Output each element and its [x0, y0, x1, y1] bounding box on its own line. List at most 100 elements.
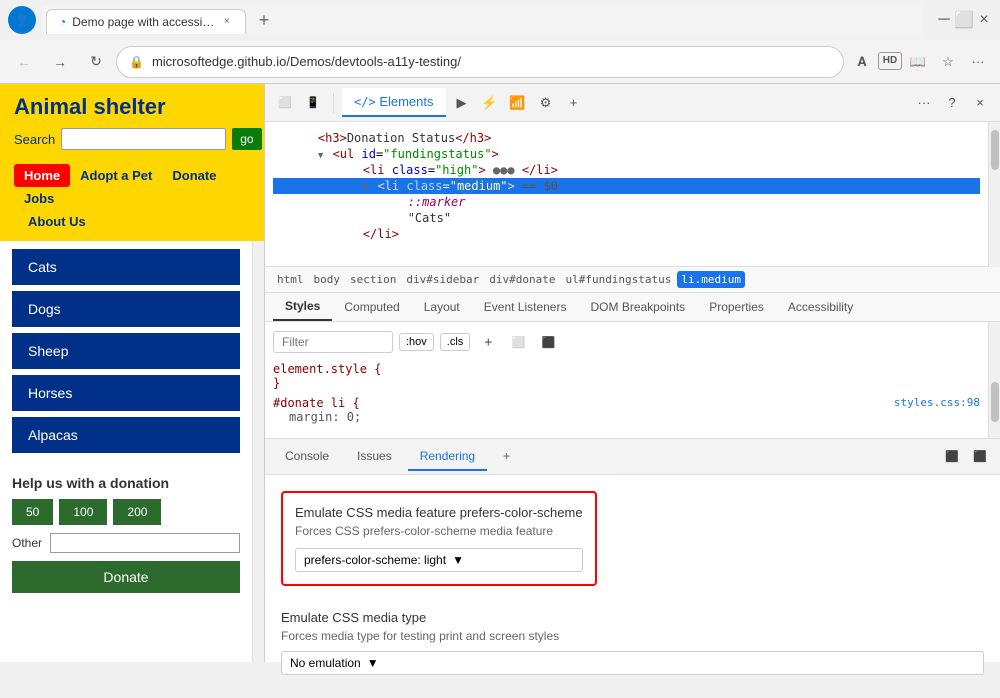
search-input[interactable]: [61, 128, 226, 150]
tab-dom-breakpoints[interactable]: DOM Breakpoints: [578, 294, 697, 320]
animal-alpacas[interactable]: Alpacas: [12, 417, 240, 453]
main-area: Animal shelter Search go Home Adopt a Pe…: [0, 84, 1000, 662]
network-icon[interactable]: 📶: [506, 91, 530, 115]
style-icon2[interactable]: ⬜: [506, 330, 530, 354]
site-scrollbar[interactable]: [252, 241, 264, 662]
tab-console[interactable]: Console: [273, 443, 341, 471]
bc-html[interactable]: html: [273, 271, 308, 288]
animal-dogs[interactable]: Dogs: [12, 291, 240, 327]
forward-btn[interactable]: →: [44, 46, 76, 78]
help-icon[interactable]: ?: [940, 91, 964, 115]
inspect-icon[interactable]: ⬜: [273, 91, 297, 115]
styles-css-link[interactable]: styles.css:98: [894, 396, 980, 409]
dom-line-cats-text: "Cats": [273, 210, 980, 226]
restore-btn[interactable]: ⬜: [956, 12, 972, 28]
tab-issues[interactable]: Issues: [345, 443, 404, 471]
tab-styles[interactable]: Styles: [273, 293, 332, 321]
devtools-close-btn[interactable]: ×: [968, 91, 992, 115]
dom-scrollbar-thumb[interactable]: [991, 130, 999, 170]
nav-about[interactable]: About Us: [14, 210, 250, 233]
more-options-icon[interactable]: ···: [912, 91, 936, 115]
styles-scrollbar-thumb[interactable]: [991, 382, 999, 422]
other-label: Other: [12, 536, 42, 550]
tab-layout[interactable]: Layout: [412, 294, 472, 320]
tab-bar: ◔ Demo page with accessibility iss… × +: [42, 6, 922, 34]
close-btn[interactable]: ×: [976, 12, 992, 28]
bc-body[interactable]: body: [310, 271, 345, 288]
animal-horses[interactable]: Horses: [12, 375, 240, 411]
tab-rendering[interactable]: Rendering: [408, 443, 487, 471]
devtools-right-icons: ··· ? ×: [912, 91, 992, 115]
dock-icon[interactable]: ⬛: [968, 445, 992, 469]
donate-btn[interactable]: Donate: [12, 561, 240, 593]
add-style-icon[interactable]: +: [476, 330, 500, 354]
back-btn[interactable]: ←: [8, 46, 40, 78]
bc-div-donate[interactable]: div#donate: [485, 271, 559, 288]
animal-cats[interactable]: Cats: [12, 249, 240, 285]
tab-close-btn[interactable]: ×: [221, 14, 233, 30]
tab-accessibility[interactable]: Accessibility: [776, 294, 865, 320]
device-icon[interactable]: 📱: [301, 91, 325, 115]
nav-jobs[interactable]: Jobs: [14, 187, 64, 210]
more-tabs-icon[interactable]: +: [562, 91, 586, 115]
no-emulation-dropdown[interactable]: No emulation ▼: [281, 651, 984, 675]
element-style-selector: element.style {: [273, 362, 980, 376]
elements-area: <h3>Donation Status</h3> ▼ <ul id="fundi…: [265, 122, 1000, 438]
nav-donate[interactable]: Donate: [162, 164, 226, 187]
color-scheme-dropdown[interactable]: prefers-color-scheme: light ▼: [295, 548, 583, 572]
hd-icon[interactable]: HD: [878, 52, 902, 70]
avatar: 👤: [8, 6, 36, 34]
styles-scrollbar[interactable]: [988, 322, 1000, 438]
bottom-tabs: Console Issues Rendering + ⬛ ⬛: [265, 439, 1000, 475]
new-tab-btn[interactable]: +: [250, 6, 278, 34]
sources-icon[interactable]: ⚡: [478, 91, 502, 115]
lock-icon: 🔒: [129, 55, 144, 69]
style-icon3[interactable]: ⬛: [536, 330, 560, 354]
active-tab[interactable]: ◔ Demo page with accessibility iss… ×: [46, 9, 246, 34]
bc-li-medium[interactable]: li.medium: [677, 271, 745, 288]
amount-200[interactable]: 200: [113, 499, 161, 525]
site-header: Animal shelter Search go: [0, 84, 264, 160]
bottom-content: Emulate CSS media feature prefers-color-…: [265, 475, 1000, 691]
cls-toggle[interactable]: .cls: [440, 333, 471, 351]
filter-row: :hov .cls + ⬜ ⬛: [273, 330, 980, 354]
tab-event-listeners[interactable]: Event Listeners: [472, 294, 579, 320]
address-bar[interactable]: 🔒 microsoftedge.github.io/Demos/devtools…: [116, 46, 844, 78]
tab-computed[interactable]: Computed: [332, 294, 411, 320]
dom-scrollbar[interactable]: [988, 122, 1000, 267]
settings-icon[interactable]: ⚙: [534, 91, 558, 115]
amount-100[interactable]: 100: [59, 499, 107, 525]
minimize-btn[interactable]: ─: [936, 12, 952, 28]
tab-elements[interactable]: </> Elements: [342, 88, 446, 117]
dom-line-li-medium[interactable]: ▼ <li class="medium"> == $0: [273, 178, 980, 194]
toolbar-separator: [333, 93, 334, 113]
animal-sheep[interactable]: Sheep: [12, 333, 240, 369]
bc-ul-fundingstatus[interactable]: ul#fundingstatus: [561, 271, 675, 288]
bottom-icons: ⬛ ⬛: [940, 445, 992, 469]
more-icon[interactable]: ···: [964, 48, 992, 76]
devtools-toolbar: ⬜ 📱 </> Elements ▶ ⚡ 📶 ⚙ + ··· ? ×: [265, 84, 1000, 122]
favorites-icon[interactable]: ☆: [934, 48, 962, 76]
hov-toggle[interactable]: :hov: [399, 333, 434, 351]
other-input[interactable]: [50, 533, 240, 553]
tab-properties[interactable]: Properties: [697, 294, 776, 320]
no-emulation-arrow: ▼: [367, 656, 379, 670]
immersive-reader-icon[interactable]: 📖: [904, 48, 932, 76]
bc-div-sidebar[interactable]: div#sidebar: [402, 271, 483, 288]
go-btn[interactable]: go: [232, 128, 261, 150]
bc-section[interactable]: section: [346, 271, 400, 288]
nav-adopt[interactable]: Adopt a Pet: [70, 164, 162, 187]
split-icon[interactable]: ⬛: [940, 445, 964, 469]
styles-content: :hov .cls + ⬜ ⬛ element.style { } #donat…: [265, 322, 988, 438]
refresh-btn[interactable]: ↻: [80, 46, 112, 78]
amount-50[interactable]: 50: [12, 499, 53, 525]
read-aloud-icon[interactable]: 𝐀: [848, 48, 876, 76]
filter-input[interactable]: [273, 331, 393, 353]
tab-add[interactable]: +: [491, 443, 522, 471]
donate-li-margin: margin: 0;: [273, 410, 980, 424]
nav-home[interactable]: Home: [14, 164, 70, 187]
devtools-panel: ⬜ 📱 </> Elements ▶ ⚡ 📶 ⚙ + ··· ? ×: [265, 84, 1000, 662]
console-icon[interactable]: ▶: [450, 91, 474, 115]
other-row: Other: [12, 533, 240, 553]
emulate-media-title: Emulate CSS media type: [281, 610, 984, 625]
